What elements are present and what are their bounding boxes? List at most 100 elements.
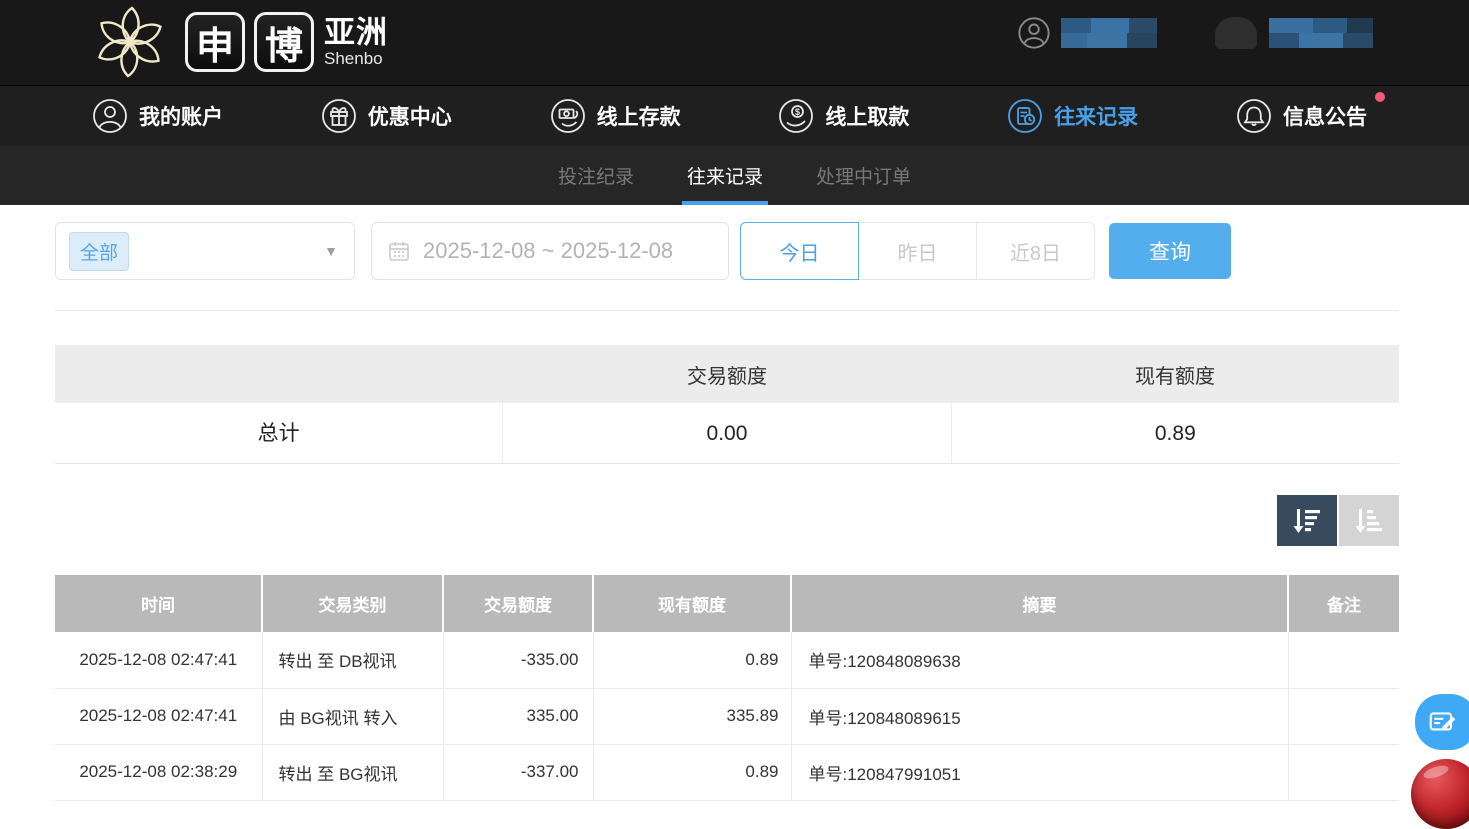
user-icon bbox=[92, 98, 128, 134]
user-avatar-icon[interactable] bbox=[1017, 16, 1051, 50]
nav-label: 信息公告 bbox=[1283, 101, 1367, 131]
cell-balance: 335.89 bbox=[593, 688, 791, 744]
logo-region-en: Shenbo bbox=[324, 50, 388, 67]
nav-label: 优惠中心 bbox=[368, 101, 452, 131]
nav-item-announcements[interactable]: 信息公告 bbox=[1236, 98, 1367, 134]
edit-note-icon bbox=[1427, 706, 1459, 738]
table-row: 2025-12-08 02:47:41 由 BG视讯 转入 335.00 335… bbox=[55, 688, 1399, 744]
withdraw-icon: $ bbox=[778, 98, 814, 134]
nav-item-deposit[interactable]: 线上存款 bbox=[550, 98, 681, 134]
svg-text:$: $ bbox=[795, 107, 800, 117]
filter-bar: 全部 ▼ 2025-12-08 ~ 2025-12-08 今日 昨日 近8日 查… bbox=[55, 222, 1469, 280]
logo-region-cn: 亚洲 bbox=[324, 17, 388, 48]
nav-label: 线上取款 bbox=[825, 101, 909, 131]
wallet-icon[interactable] bbox=[1215, 17, 1257, 49]
cell-memo: 单号:120848089615 bbox=[791, 688, 1288, 744]
logo-region-text: 亚洲 Shenbo bbox=[324, 17, 388, 67]
redacted-username bbox=[1061, 18, 1157, 48]
main-nav: 我的账户 优惠中心 线上存款 bbox=[0, 85, 1469, 146]
nav-label: 线上存款 bbox=[597, 101, 681, 131]
summary-total-label: 总计 bbox=[55, 403, 502, 463]
records-icon bbox=[1007, 98, 1043, 134]
sub-tab-bar: 投注纪录 往来记录 处理中订单 bbox=[0, 146, 1469, 205]
selected-type-chip[interactable]: 全部 bbox=[69, 232, 129, 271]
summary-table: 交易额度 现有额度 总计 0.00 0.89 bbox=[55, 345, 1399, 464]
col-header-memo: 摘要 bbox=[791, 575, 1288, 632]
summary-total-row: 总计 0.00 0.89 bbox=[55, 403, 1399, 464]
deposit-icon bbox=[550, 98, 586, 134]
cell-type: 转出 至 BG视讯 bbox=[262, 744, 443, 800]
user-area bbox=[1017, 16, 1373, 50]
quick-last8days-button[interactable]: 近8日 bbox=[976, 222, 1095, 280]
tab-label: 往来记录 bbox=[687, 162, 763, 189]
col-header-balance: 现有额度 bbox=[593, 575, 791, 632]
cell-memo: 单号:120847991051 bbox=[791, 744, 1288, 800]
brand-logo[interactable]: 申 博 亚洲 Shenbo bbox=[84, 3, 388, 81]
cell-amount: 335.00 bbox=[443, 688, 593, 744]
promo-badge[interactable] bbox=[1411, 759, 1469, 829]
summary-header-row: 交易额度 现有额度 bbox=[55, 345, 1399, 403]
top-bar: 申 博 亚洲 Shenbo bbox=[0, 0, 1469, 85]
cell-note bbox=[1288, 632, 1399, 688]
nav-item-promotions[interactable]: 优惠中心 bbox=[321, 98, 452, 134]
bell-icon bbox=[1236, 98, 1272, 134]
sort-descending-icon bbox=[1290, 506, 1324, 536]
cell-amount: -337.00 bbox=[443, 744, 593, 800]
records-header-row: 时间 交易类别 交易额度 现有额度 摘要 备注 bbox=[55, 575, 1399, 632]
cell-time: 2025-12-08 02:47:41 bbox=[55, 632, 262, 688]
button-label: 今日 bbox=[780, 237, 820, 266]
cell-balance: 0.89 bbox=[593, 744, 791, 800]
cell-time: 2025-12-08 02:38:29 bbox=[55, 744, 262, 800]
redacted-balance bbox=[1269, 18, 1373, 48]
date-range-picker[interactable]: 2025-12-08 ~ 2025-12-08 bbox=[371, 222, 729, 280]
tab-betting-records[interactable]: 投注纪录 bbox=[555, 146, 637, 205]
flower-logo-icon bbox=[84, 3, 176, 81]
cell-type: 转出 至 DB视讯 bbox=[262, 632, 443, 688]
calendar-icon bbox=[387, 239, 411, 263]
nav-label: 我的账户 bbox=[139, 101, 223, 131]
summary-trade-amount: 0.00 bbox=[502, 403, 950, 463]
quick-yesterday-button[interactable]: 昨日 bbox=[858, 222, 977, 280]
logo-char-box: 博 bbox=[254, 12, 314, 72]
col-header-type: 交易类别 bbox=[262, 575, 443, 632]
nav-item-my-account[interactable]: 我的账户 bbox=[92, 98, 223, 134]
tab-transaction-records[interactable]: 往来记录 bbox=[684, 146, 766, 205]
cell-note bbox=[1288, 744, 1399, 800]
button-label: 昨日 bbox=[898, 237, 938, 266]
cell-note bbox=[1288, 688, 1399, 744]
button-label: 近8日 bbox=[1010, 237, 1061, 266]
table-row: 2025-12-08 02:47:41 转出 至 DB视讯 -335.00 0.… bbox=[55, 632, 1399, 688]
sort-ascending-button[interactable] bbox=[1339, 495, 1399, 546]
col-header-time: 时间 bbox=[55, 575, 262, 632]
tab-label: 处理中订单 bbox=[816, 162, 911, 189]
tab-pending-orders[interactable]: 处理中订单 bbox=[813, 146, 914, 205]
quick-date-group: 今日 昨日 近8日 bbox=[740, 222, 1095, 280]
records-table: 时间 交易类别 交易额度 现有额度 摘要 备注 2025-12-08 02:47… bbox=[55, 575, 1399, 801]
tab-label: 投注纪录 bbox=[558, 162, 634, 189]
notification-dot bbox=[1375, 92, 1385, 102]
feedback-edit-button[interactable] bbox=[1415, 694, 1469, 750]
sort-ascending-icon bbox=[1352, 506, 1386, 536]
section-divider bbox=[55, 310, 1399, 311]
cell-amount: -335.00 bbox=[443, 632, 593, 688]
sort-descending-button[interactable] bbox=[1277, 495, 1337, 546]
col-header-note: 备注 bbox=[1288, 575, 1399, 632]
cell-balance: 0.89 bbox=[593, 632, 791, 688]
col-header-amount: 交易额度 bbox=[443, 575, 593, 632]
summary-header-balance: 现有额度 bbox=[951, 360, 1399, 389]
logo-char-box: 申 bbox=[185, 12, 245, 72]
type-select[interactable]: 全部 ▼ bbox=[55, 222, 355, 280]
gift-icon bbox=[321, 98, 357, 134]
chevron-down-icon: ▼ bbox=[324, 243, 338, 259]
cell-time: 2025-12-08 02:47:41 bbox=[55, 688, 262, 744]
table-row: 2025-12-08 02:38:29 转出 至 BG视讯 -337.00 0.… bbox=[55, 744, 1399, 800]
cell-memo: 单号:120848089638 bbox=[791, 632, 1288, 688]
nav-item-transaction-records[interactable]: 往来记录 bbox=[1007, 98, 1138, 134]
search-button[interactable]: 查询 bbox=[1109, 223, 1231, 279]
summary-header-trade: 交易额度 bbox=[503, 360, 951, 389]
quick-today-button[interactable]: 今日 bbox=[740, 222, 859, 280]
nav-label: 往来记录 bbox=[1054, 101, 1138, 131]
gloss-highlight bbox=[1422, 763, 1450, 781]
nav-item-withdraw[interactable]: $ 线上取款 bbox=[778, 98, 909, 134]
sort-controls bbox=[55, 495, 1399, 546]
